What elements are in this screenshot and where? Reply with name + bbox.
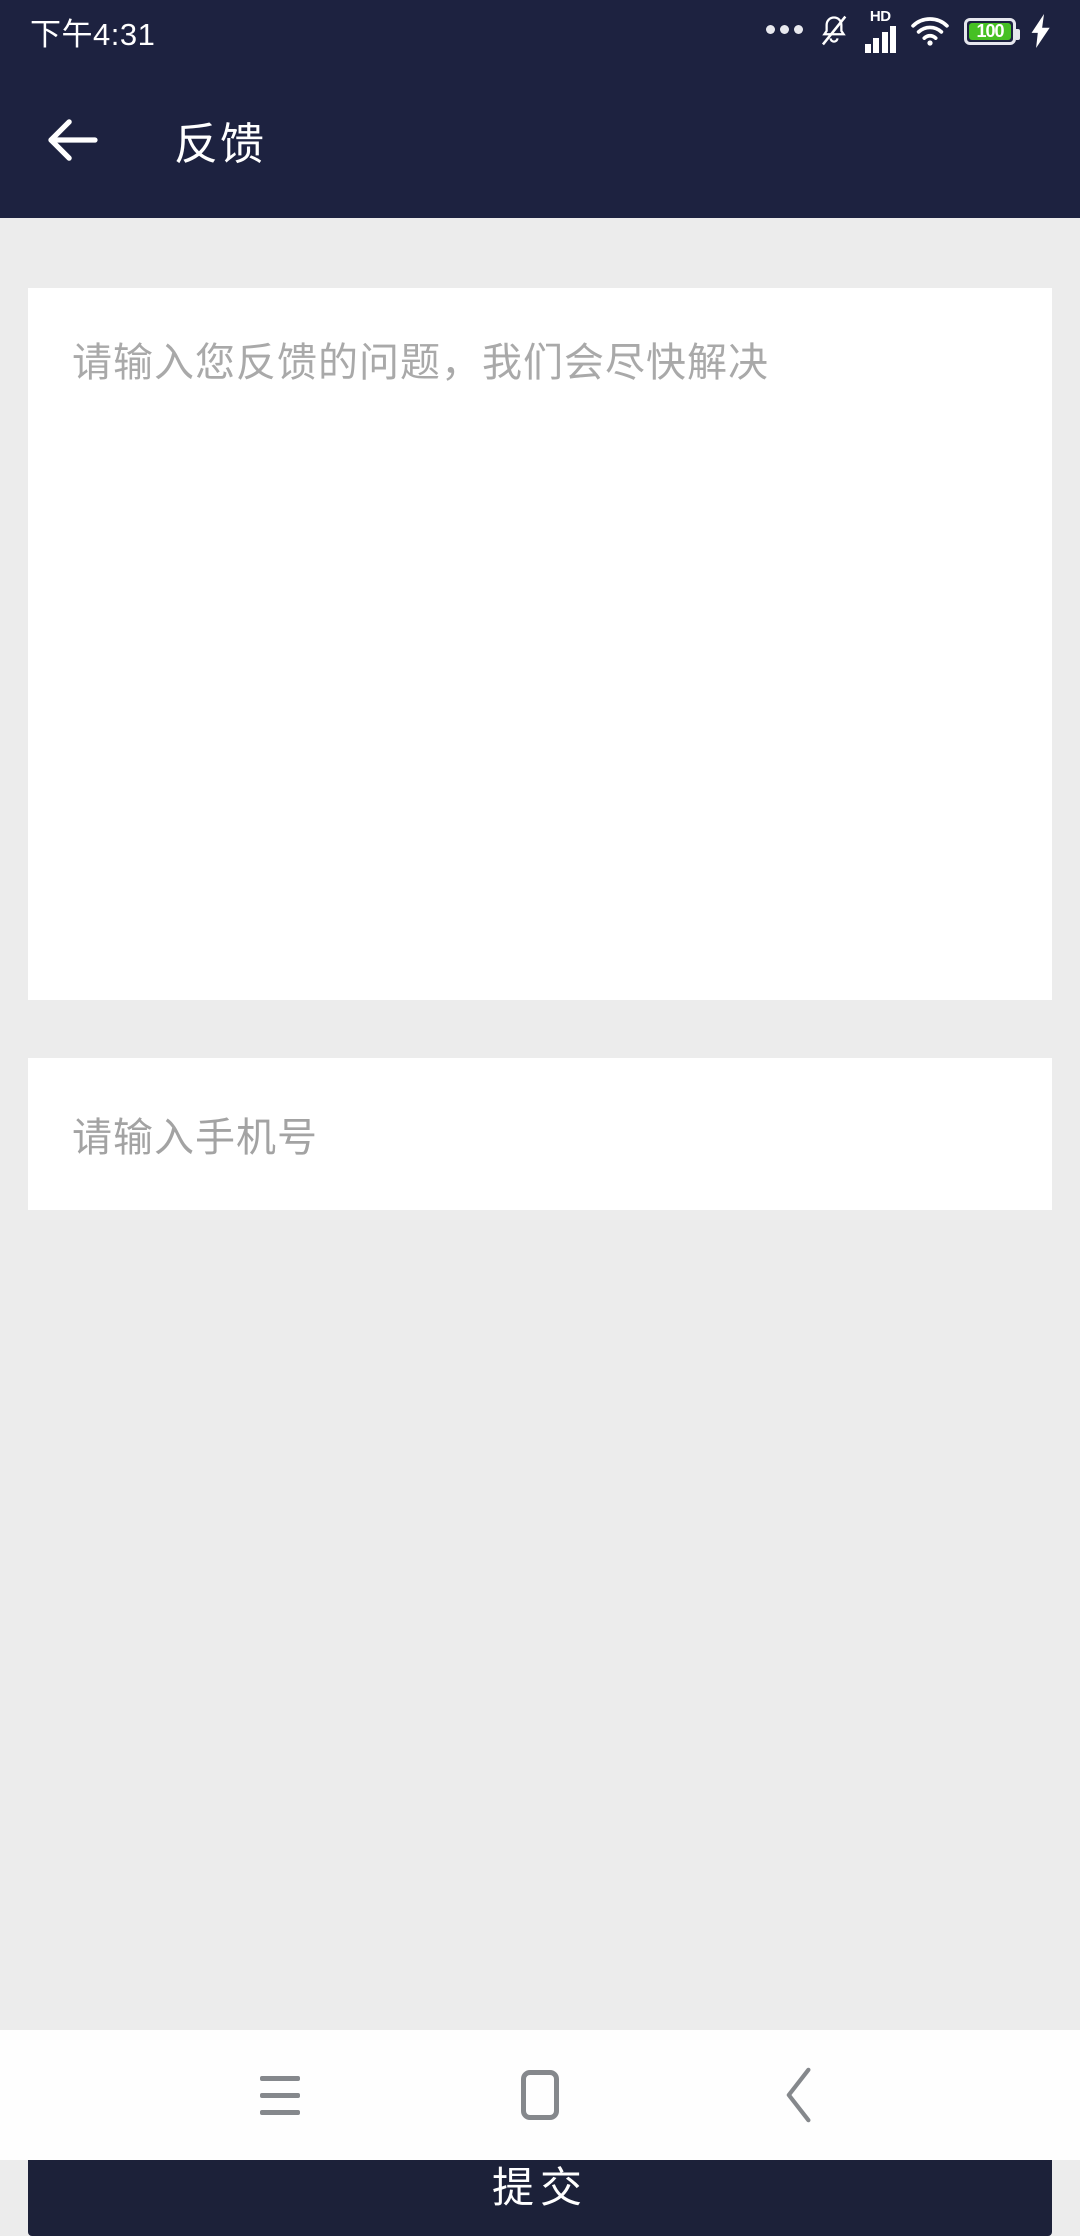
more-dots-icon [765,24,803,38]
hd-icon: HD [864,9,896,53]
feedback-placeholder: 请输入您反馈的问题，我们会尽快解决 [72,341,769,385]
app-header: 反馈 [0,62,1080,218]
page-content: 请输入您反馈的问题，我们会尽快解决 请输入手机号 提交 [0,288,1080,2236]
feedback-textarea[interactable]: 请输入您反馈的问题，我们会尽快解决 [28,288,1052,1000]
status-icon-tray: HD 100 [765,9,1053,53]
phone-placeholder: 请输入手机号 [72,1116,318,1160]
wifi-icon [911,17,949,46]
home-square-icon [521,2070,559,2120]
bell-muted-icon [821,15,846,46]
signal-bars-icon [864,25,896,53]
back-button[interactable] [740,2035,860,2155]
page-title: 反馈 [174,120,266,169]
status-clock: 下午4:31 [30,16,156,52]
charging-bolt-icon [1031,14,1050,48]
status-bar: 下午4:31 HD 100 [0,0,1080,62]
chevron-left-icon [786,2067,811,2123]
recents-button[interactable] [220,2035,340,2155]
battery-icon: 100 [964,17,1020,45]
arrow-left-icon[interactable] [40,107,106,173]
system-navigation-bar [0,2030,1080,2160]
menu-icon [260,2075,300,2115]
home-button[interactable] [480,2035,600,2155]
phone-input[interactable]: 请输入手机号 [28,1058,1052,1210]
